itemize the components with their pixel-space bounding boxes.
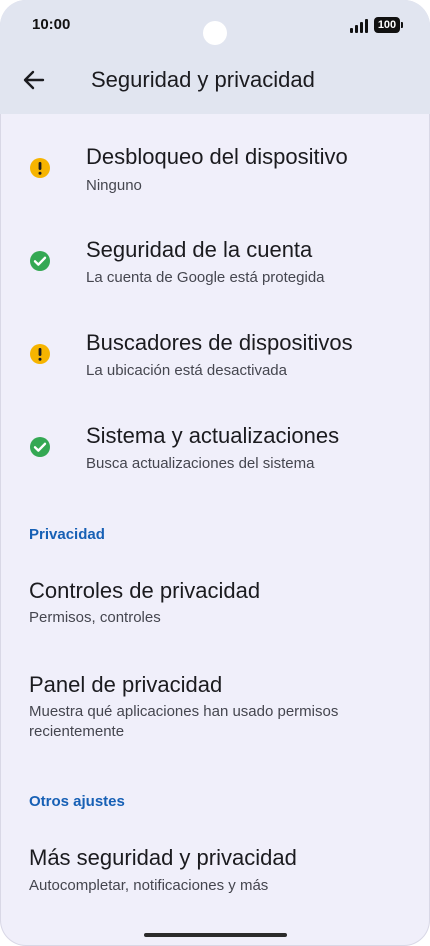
- warning-icon: [30, 158, 50, 178]
- signal-icon: [350, 19, 370, 33]
- arrow-back-icon: [23, 70, 45, 90]
- item-title: Más seguridad y privacidad: [29, 845, 297, 870]
- warning-icon: [30, 344, 50, 364]
- camera-cutout: [203, 21, 227, 45]
- home-indicator[interactable]: [144, 933, 287, 937]
- battery-icon: 100: [374, 17, 403, 33]
- settings-item-account-security[interactable]: Seguridad de la cuenta La cuenta de Goog…: [0, 233, 430, 299]
- settings-item-device-finders[interactable]: Buscadores de dispositivos La ubicación …: [0, 326, 430, 392]
- item-title: Panel de privacidad: [29, 672, 223, 697]
- item-title: Sistema y actualizaciones: [86, 423, 340, 448]
- page-title: Seguridad y privacidad: [91, 67, 315, 92]
- item-title: Seguridad de la cuenta: [86, 237, 313, 262]
- top-app-bar: 10:00 100 Seguridad y privacidad: [0, 0, 430, 114]
- item-subtitle: Muestra qué aplicaciones han usado permi…: [29, 703, 339, 740]
- status-time: 10:00: [32, 16, 71, 33]
- item-title: Desbloqueo del dispositivo: [86, 144, 348, 169]
- settings-item-privacy-dashboard[interactable]: Panel de privacidad Muestra qué aplicaci…: [0, 668, 430, 744]
- settings-item-device-unlock[interactable]: Desbloqueo del dispositivo Ninguno: [0, 140, 430, 206]
- check-circle-icon: [30, 437, 50, 457]
- item-title: Buscadores de dispositivos: [86, 330, 353, 355]
- item-subtitle: Ninguno: [86, 177, 142, 194]
- item-subtitle: Autocompletar, notificaciones y más: [29, 877, 269, 894]
- check-circle-icon: [30, 251, 50, 271]
- item-subtitle: Busca actualizaciones del sistema: [86, 455, 315, 472]
- item-title: Controles de privacidad: [29, 578, 261, 603]
- back-button[interactable]: [18, 64, 50, 96]
- item-subtitle: La ubicación está desactivada: [86, 362, 287, 379]
- screen: 10:00 100 Seguridad y privacidad Desbloq…: [0, 0, 430, 946]
- section-header-privacy: Privacidad: [29, 526, 105, 543]
- settings-item-more-security-privacy[interactable]: Más seguridad y privacidad Autocompletar…: [0, 841, 430, 901]
- section-header-other-settings: Otros ajustes: [29, 793, 125, 810]
- settings-item-system-updates[interactable]: Sistema y actualizaciones Busca actualiz…: [0, 419, 430, 485]
- item-subtitle: Permisos, controles: [29, 609, 161, 626]
- item-subtitle: La cuenta de Google está protegida: [86, 269, 325, 286]
- settings-item-privacy-controls[interactable]: Controles de privacidad Permisos, contro…: [0, 574, 430, 634]
